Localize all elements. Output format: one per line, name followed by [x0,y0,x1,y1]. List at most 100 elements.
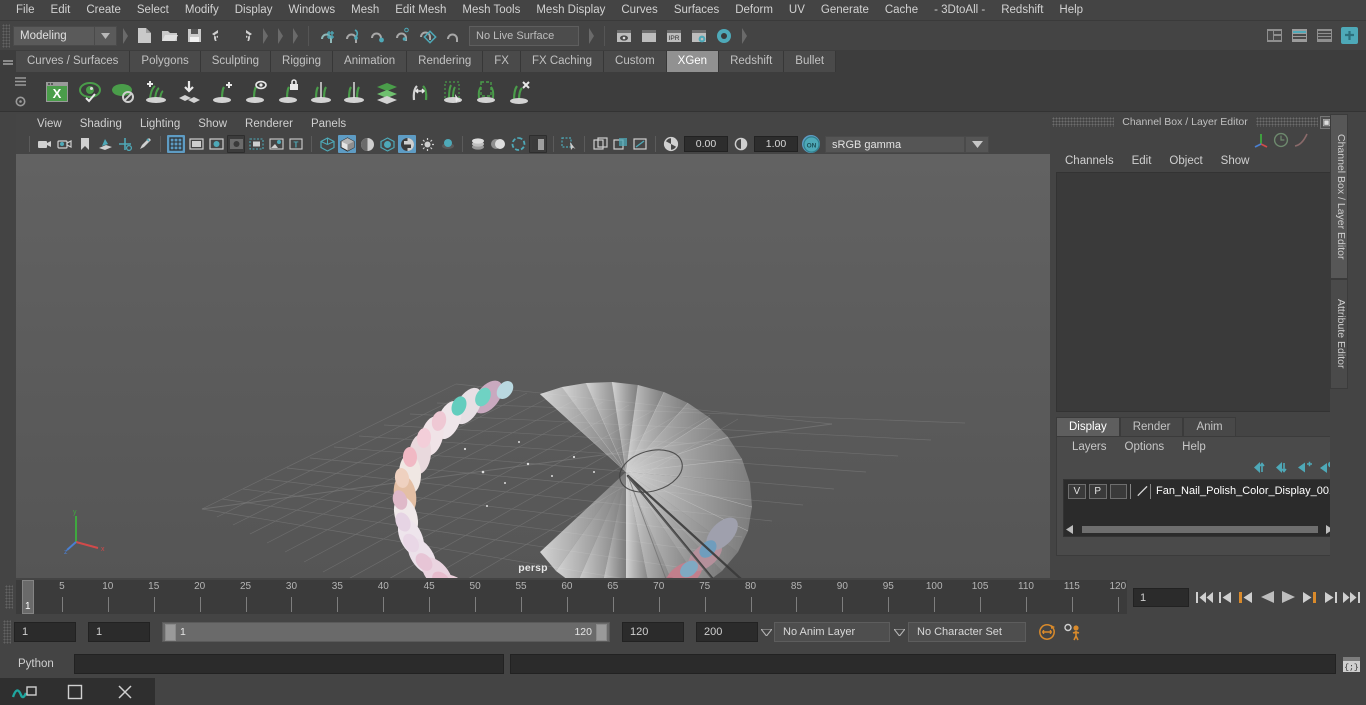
xray-active-components-icon[interactable] [611,135,629,153]
layer-tab-display[interactable]: Display [1056,417,1120,436]
exposure-icon[interactable] [267,135,285,153]
display-layer-row[interactable]: V P Fan_Nail_Polish_Color_Display_001_la [1064,482,1336,500]
menu-mesh-display[interactable]: Mesh Display [528,0,613,20]
motion-blur-icon[interactable] [489,135,507,153]
menu-mesh-tools[interactable]: Mesh Tools [454,0,528,20]
modeling-toolkit-icon[interactable] [1263,24,1286,47]
command-language-label[interactable]: Python [0,658,74,670]
move-layer-up-icon[interactable] [1254,461,1269,474]
image-plane-icon[interactable] [96,135,114,153]
range-end-handle[interactable] [596,623,607,641]
shelf-tab-fx[interactable]: FX [483,51,521,72]
smooth-shade-all-icon[interactable] [358,135,376,153]
shelf-tab-custom[interactable]: Custom [604,51,667,72]
xgen-lock-description-icon[interactable] [272,76,303,108]
xgen-preview-icon[interactable] [74,76,105,108]
ambient-occlusion-icon[interactable] [469,135,487,153]
panel-drag-dots-right[interactable] [1255,117,1318,127]
exposure-value-field[interactable]: 0.00 [684,136,728,152]
shelf-tab-rigging[interactable]: Rigging [271,51,334,72]
viewport-menu-renderer[interactable]: Renderer [236,114,302,134]
panel-drag-dots-left[interactable] [1052,117,1115,127]
new-layer-icon[interactable] [1298,461,1313,474]
layer-visibility-toggle[interactable]: V [1068,483,1086,499]
xgen-add-description-icon[interactable] [206,76,237,108]
viewport-snapshot-icon[interactable] [631,135,649,153]
layer-menu-options[interactable]: Options [1116,441,1174,453]
menu-curves[interactable]: Curves [613,0,665,20]
timeslider-gripper[interactable] [5,585,13,609]
gamma-value-field[interactable]: 1.00 [754,136,798,152]
anim-layer-selector[interactable]: No Anim Layer [774,622,890,642]
go-to-start-icon[interactable] [1195,588,1213,606]
ipr-render-icon[interactable]: IPR [662,24,685,47]
render-sequence-icon[interactable] [637,24,660,47]
menu-set-selector[interactable]: Modeling [13,25,95,46]
text-display-icon[interactable]: T [287,135,305,153]
grease-pencil-icon[interactable] [136,135,154,153]
anim-end-time-field[interactable]: 200 [696,622,758,642]
layer-list-hscrollbar[interactable] [1066,525,1334,534]
taskbar-window-button[interactable] [50,678,100,705]
anti-aliasing-icon[interactable] [509,135,527,153]
range-end-time-field[interactable]: 120 [622,622,684,642]
menu-modify[interactable]: Modify [177,0,227,20]
channelbox-menu-object[interactable]: Object [1160,155,1211,167]
undo-icon[interactable] [208,24,231,47]
script-editor-icon[interactable]: {;} [1340,653,1362,675]
xgen-editor-icon[interactable]: X [41,76,72,108]
menu-windows[interactable]: Windows [280,0,343,20]
shelf-gripper[interactable] [0,50,16,72]
viewport-menu-panels[interactable]: Panels [302,114,355,134]
menu-edit-mesh[interactable]: Edit Mesh [387,0,454,20]
shelf-tab-rendering[interactable]: Rendering [407,51,484,72]
menu-display[interactable]: Display [227,0,281,20]
layer-color-swatch-icon[interactable] [1135,484,1150,499]
channelbox-menu-edit[interactable]: Edit [1123,155,1161,167]
wireframe-shading-icon[interactable] [318,135,336,153]
resolution-gate-icon[interactable] [207,135,225,153]
rangeslider-gripper[interactable] [3,620,11,644]
statusline-gripper[interactable] [2,23,10,48]
xray-icon[interactable] [247,135,265,153]
menu-create[interactable]: Create [78,0,129,20]
scrollbar-thumb[interactable] [1082,526,1318,533]
go-to-end-icon[interactable] [1342,588,1360,606]
play-forwards-icon[interactable] [1279,588,1297,606]
live-surface-field[interactable]: No Live Surface [469,25,579,46]
play-backwards-icon[interactable] [1258,588,1276,606]
texture-display-icon[interactable] [398,135,416,153]
time-slider-playhead[interactable]: 1 [22,580,34,614]
menu-uv[interactable]: UV [781,0,813,20]
animation-preferences-icon[interactable] [1060,621,1086,643]
menu-mesh[interactable]: Mesh [343,0,387,20]
channelbox-curve-icon[interactable] [1292,131,1312,149]
viewport-menu-lighting[interactable]: Lighting [131,114,189,134]
gate-mask-icon[interactable] [227,135,245,153]
camera-attributes-icon[interactable] [56,135,74,153]
menu-cache[interactable]: Cache [877,0,926,20]
menu-generate[interactable]: Generate [813,0,877,20]
layer-playback-toggle[interactable]: P [1088,483,1107,499]
menu-help[interactable]: Help [1051,0,1091,20]
snap-to-point-icon[interactable] [366,24,389,47]
vtab-attribute-editor[interactable]: Attribute Editor [1330,279,1348,389]
time-slider-ruler[interactable]: 1 5 10 15 20 25 30 35 40 45 50 55 60 65 70 75 80 85 90 95 1… [16,580,1127,614]
vtab-channel-box-layer-editor[interactable]: Channel Box / Layer Editor [1330,114,1348,279]
color-space-dropdown-arrow[interactable] [965,135,989,153]
color-management-toggle-icon[interactable]: ON [802,135,820,153]
step-back-keyframe-icon[interactable] [1216,588,1234,606]
shelf-tab-fx-caching[interactable]: FX Caching [520,51,605,72]
shelf-tab-bullet[interactable]: Bullet [784,51,837,72]
channelbox-speed-icon[interactable] [1272,131,1292,149]
anim-layer-dropdown-arrow[interactable] [758,622,774,642]
range-start-time-field[interactable]: 1 [88,622,150,642]
grid-toggle-icon[interactable] [167,135,185,153]
layer-menu-help[interactable]: Help [1173,441,1215,453]
snap-to-grid-icon[interactable] [316,24,339,47]
layer-name[interactable]: Fan_Nail_Polish_Color_Display_001_la [1156,485,1336,497]
menu-set-dropdown-arrow[interactable] [95,25,117,46]
channel-box-icon[interactable] [1313,24,1336,47]
isolate-select-icon[interactable] [560,135,578,153]
snap-to-curve-icon[interactable] [341,24,364,47]
